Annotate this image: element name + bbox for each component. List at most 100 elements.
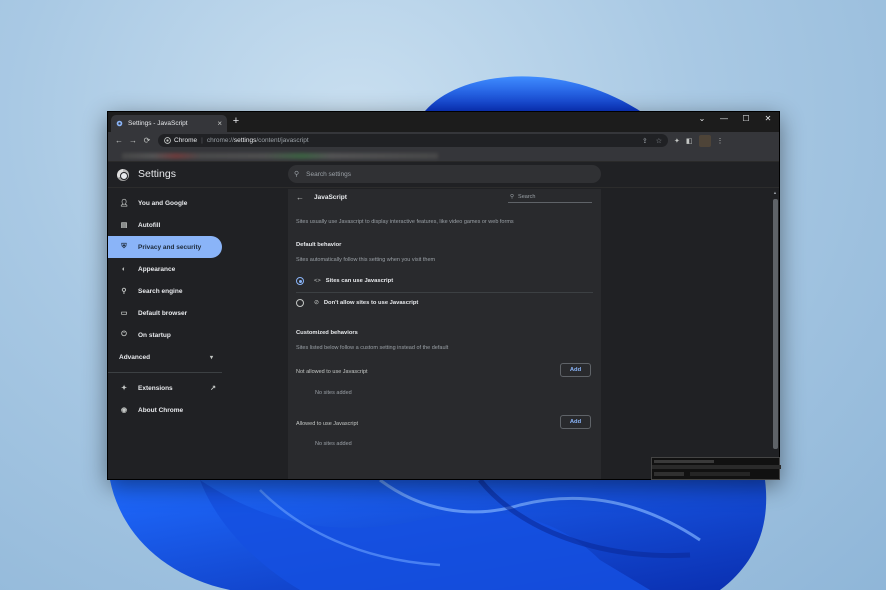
card-header: ← JavaScript ⚲ Search (288, 189, 601, 206)
radio-block-javascript[interactable]: ⊘ Don't allow sites to use Javascript (296, 292, 593, 314)
external-link-icon: ↗ (210, 385, 216, 392)
radio-unselected[interactable] (296, 299, 304, 307)
radio-label: Don't allow sites to use Javascript (323, 300, 419, 306)
search-icon: ⚲ (510, 194, 515, 200)
add-not-allowed-button[interactable]: Add (560, 363, 591, 377)
sidebar-advanced-toggle[interactable]: Advanced ▾ (108, 346, 215, 368)
blurred-bookmarks (122, 153, 438, 159)
code-icon: <> (314, 278, 321, 284)
sidebar-item-label: Default browser (138, 309, 188, 317)
maximize-button[interactable]: ☐ (735, 112, 757, 126)
sidebar-item-appearance[interactable]: ◐ Appearance (108, 258, 288, 280)
palette-icon: ◐ (121, 265, 127, 273)
sidebar-divider (108, 372, 222, 373)
radio-selected[interactable] (296, 277, 304, 285)
radio-label: Sites can use Javascript (325, 278, 394, 284)
sidebar-item-default-browser[interactable]: ▭ Default browser (108, 302, 288, 324)
sidebar-item-on-startup[interactable]: ⏻ On startup (108, 324, 288, 346)
page-description: Sites usually use Javascript to display … (296, 219, 514, 225)
default-behavior-heading: Default behavior (296, 242, 342, 248)
side-panel-icon[interactable]: ◧ (686, 137, 693, 145)
tab-strip: Settings - JavaScript × + ⌄ — ☐ ✕ (108, 112, 779, 132)
scrollbar-thumb[interactable] (773, 199, 778, 449)
search-icon: ⚲ (121, 288, 127, 295)
sidebar-item-label: On startup (138, 331, 171, 339)
new-tab-button[interactable]: + (229, 115, 243, 127)
settings-sidebar: 👤︎ You and Google ▤ Autofill ⛨ Privacy a… (108, 189, 288, 479)
settings-title: Settings (138, 168, 176, 180)
chrome-window: Settings - JavaScript × + ⌄ — ☐ ✕ ← → ⟳ … (107, 111, 780, 480)
customized-behaviors-subtitle: Sites listed below follow a custom setti… (296, 345, 449, 351)
page-search-placeholder: Search (518, 194, 536, 200)
sidebar-item-label: Appearance (138, 265, 176, 273)
sidebar-item-label: Extensions (138, 384, 173, 392)
scrollbar[interactable]: ▲ (772, 189, 779, 479)
settings-header: Settings ⚲ Search settings (108, 162, 779, 188)
radio-allow-javascript[interactable]: <> Sites can use Javascript (296, 270, 593, 292)
shield-icon: ⛨ (121, 243, 127, 250)
code-off-icon: ⊘ (314, 300, 319, 306)
tab-close-icon[interactable]: × (217, 119, 222, 128)
gear-icon (116, 120, 123, 127)
scroll-up-icon[interactable]: ▲ (773, 190, 777, 195)
sidebar-item-label: You and Google (138, 199, 188, 207)
back-button[interactable]: ← (112, 136, 126, 145)
address-bar[interactable]: Chrome | chrome://settings/content/javas… (158, 134, 668, 147)
forward-button[interactable]: → (126, 136, 140, 145)
advanced-label: Advanced (119, 353, 151, 361)
bookmarks-bar (108, 149, 779, 162)
sidebar-item-label: Autofill (138, 221, 161, 229)
not-allowed-label: Not allowed to use Javascript (296, 369, 368, 375)
settings-search-input[interactable]: ⚲ Search settings (288, 165, 601, 183)
toolbar: ← → ⟳ Chrome | chrome://settings/content… (108, 132, 779, 149)
sidebar-item-about-chrome[interactable]: ◉ About Chrome (108, 399, 288, 421)
add-allowed-button[interactable]: Add (560, 415, 591, 429)
close-button[interactable]: ✕ (757, 112, 779, 126)
sidebar-item-search-engine[interactable]: ⚲ Search engine (108, 280, 288, 302)
share-icon[interactable]: ⇪ (642, 137, 648, 145)
sidebar-item-you-and-google[interactable]: 👤︎ You and Google (108, 192, 288, 214)
bookmark-star-icon[interactable]: ☆ (656, 137, 662, 145)
default-behavior-subtitle: Sites automatically follow this setting … (296, 257, 436, 263)
javascript-settings-card: ← JavaScript ⚲ Search Sites usually use … (288, 189, 601, 479)
tab-title: Settings - JavaScript (128, 120, 188, 127)
person-icon: 👤︎ (119, 200, 129, 207)
window-controls: ⌄ — ☐ ✕ (691, 112, 779, 126)
page-search-input[interactable]: ⚲ Search (508, 192, 592, 203)
puzzle-icon: ✦ (121, 385, 127, 392)
sidebar-item-autofill[interactable]: ▤ Autofill (108, 214, 288, 236)
url-scheme: chrome:// (206, 137, 234, 144)
back-arrow-icon[interactable]: ← (296, 193, 304, 202)
tab-search-icon[interactable]: ⌄ (691, 112, 713, 126)
page-title: JavaScript (314, 194, 347, 201)
search-icon: ⚲ (294, 171, 300, 178)
customized-behaviors-heading: Customized behaviors (296, 330, 358, 336)
clipboard-icon: ▤ (120, 222, 128, 229)
sidebar-item-label: About Chrome (138, 406, 184, 414)
sidebar-item-label: Privacy and security (138, 243, 202, 251)
menu-kebab-icon[interactable]: ⋮ (717, 137, 724, 145)
reload-button[interactable]: ⟳ (140, 136, 154, 145)
no-sites-allowed: No sites added (315, 441, 352, 447)
sidebar-item-extensions[interactable]: ✦ Extensions ↗ (108, 377, 222, 399)
sidebar-item-privacy-and-security[interactable]: ⛨ Privacy and security (108, 236, 222, 258)
sidebar-item-label: Search engine (138, 287, 183, 295)
profile-avatar[interactable] (698, 134, 711, 147)
site-label: Chrome (174, 137, 198, 144)
minimize-button[interactable]: — (713, 112, 735, 126)
thumbnail-preview (651, 457, 781, 480)
url-separator: | (201, 137, 203, 144)
allowed-label: Allowed to use Javascript (296, 421, 359, 427)
chrome-site-icon (164, 137, 171, 144)
no-sites-not-allowed: No sites added (315, 390, 352, 396)
extensions-puzzle-icon[interactable]: ✦ (674, 137, 680, 145)
browser-icon: ▭ (120, 310, 128, 317)
settings-search-placeholder: Search settings (306, 170, 351, 178)
chrome-logo-icon (117, 169, 129, 181)
url-path: /content/javascript (256, 137, 309, 144)
power-icon: ⏻ (121, 331, 127, 338)
tab-settings[interactable]: Settings - JavaScript × (111, 115, 227, 132)
url-host: settings (233, 137, 257, 144)
chevron-down-icon: ▾ (209, 354, 213, 361)
chrome-icon: ◉ (120, 407, 128, 414)
